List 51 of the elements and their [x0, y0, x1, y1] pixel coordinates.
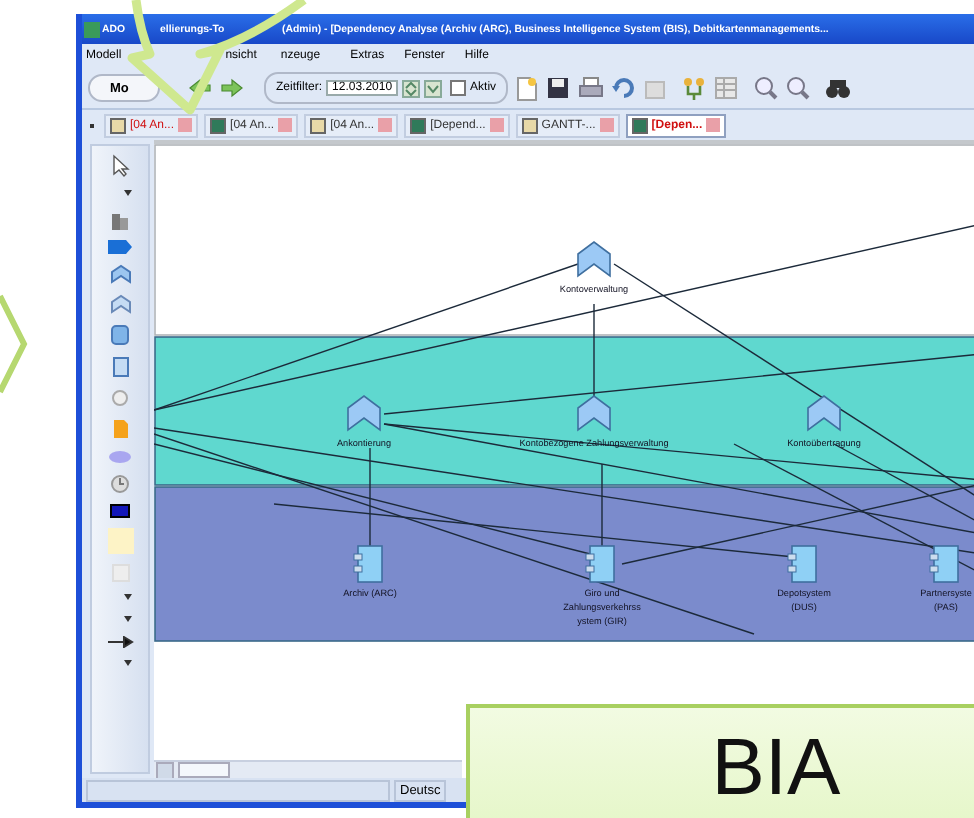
dropdown-icon[interactable]	[424, 79, 443, 97]
component-icon[interactable]	[353, 545, 383, 583]
app-icon	[84, 21, 100, 37]
component-icon[interactable]	[585, 545, 615, 583]
capability-icon[interactable]	[577, 241, 611, 278]
undo-icon[interactable]	[612, 76, 637, 100]
tag-icon[interactable]	[108, 240, 132, 254]
arrow-icon[interactable]	[106, 636, 134, 648]
chevron-icon[interactable]	[109, 294, 131, 314]
table-icon[interactable]	[714, 76, 739, 100]
document-icon	[310, 117, 327, 133]
building-icon[interactable]	[110, 210, 130, 230]
checkbox[interactable]	[450, 80, 467, 96]
binoculars-icon[interactable]	[826, 77, 851, 99]
capability-icon[interactable]	[577, 395, 611, 432]
save-icon[interactable]	[546, 76, 571, 100]
horizontal-scrollbar[interactable]	[154, 760, 462, 778]
circle-icon[interactable]	[110, 388, 130, 408]
component-icon[interactable]	[929, 545, 959, 583]
callout-text: BIA	[711, 724, 841, 812]
spinner-icon[interactable]	[402, 79, 421, 97]
ellipse-icon[interactable]	[108, 450, 132, 464]
document-icon	[210, 117, 227, 133]
print-icon[interactable]	[578, 76, 605, 100]
close-icon[interactable]	[599, 118, 614, 132]
close-icon[interactable]	[278, 118, 293, 132]
close-icon[interactable]	[489, 118, 504, 132]
tree-icon[interactable]	[682, 75, 707, 101]
zoom-out-icon[interactable]	[786, 76, 811, 100]
close-icon[interactable]	[378, 118, 393, 132]
forward-arrow-icon[interactable]	[220, 78, 244, 98]
back-arrow-icon[interactable]	[188, 78, 212, 98]
close-icon[interactable]	[178, 118, 193, 132]
capability-icon[interactable]	[347, 395, 381, 432]
document-icon[interactable]	[111, 418, 129, 440]
document-icon	[521, 117, 538, 133]
scroll-left-button[interactable]	[156, 761, 174, 779]
document-icon	[110, 117, 126, 133]
component-icon[interactable]	[110, 324, 130, 346]
zoom-in-icon[interactable]	[754, 76, 779, 100]
clock-icon[interactable]	[110, 474, 130, 494]
pointer-icon[interactable]	[110, 154, 130, 178]
rectangle-icon[interactable]	[110, 504, 130, 518]
close-icon[interactable]	[706, 118, 721, 132]
chevron-icon[interactable]	[109, 264, 131, 284]
capability-icon[interactable]	[807, 395, 841, 432]
scroll-thumb[interactable]	[178, 762, 230, 778]
document-icon	[410, 117, 427, 133]
document-icon	[631, 117, 648, 133]
component-icon[interactable]	[787, 545, 817, 583]
component-icon[interactable]	[110, 356, 130, 378]
